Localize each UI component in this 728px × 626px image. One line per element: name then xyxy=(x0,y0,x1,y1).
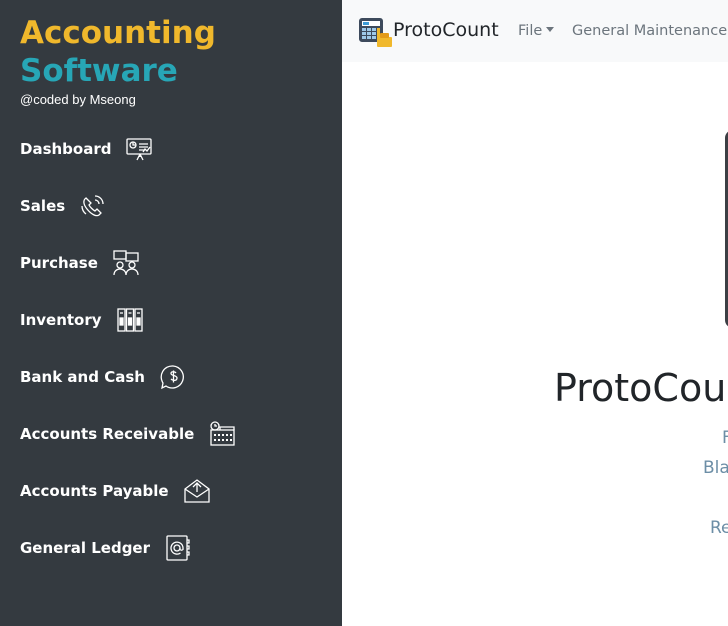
brand-title-accounting: Accounting xyxy=(20,15,216,51)
inventory-boxes-icon xyxy=(116,306,144,334)
top-navbar: ProtoCount File General Maintenance xyxy=(342,0,728,62)
brand-title-software: Software xyxy=(20,53,178,89)
sidebar-item-accounts-payable[interactable]: Accounts Payable xyxy=(20,476,211,506)
general-maintenance-menu-label: General Maintenance xyxy=(572,23,728,39)
file-menu-label: File xyxy=(518,23,543,39)
sidebar-item-label: Inventory xyxy=(20,311,102,329)
sidebar-item-label: General Ledger xyxy=(20,539,150,557)
sidebar-item-purchase[interactable]: Purchase xyxy=(20,248,140,278)
general-maintenance-menu[interactable]: General Maintenance xyxy=(572,23,728,39)
dollar-chat-icon xyxy=(159,363,187,391)
app-brand-name[interactable]: ProtoCount xyxy=(393,19,499,41)
sidebar-item-label: Purchase xyxy=(20,254,98,272)
sidebar-item-label: Bank and Cash xyxy=(20,368,145,386)
sidebar-item-label: Sales xyxy=(20,197,66,215)
sidebar: Accounting Software @coded by Mseong Das… xyxy=(0,0,342,626)
calculator-logo-icon[interactable] xyxy=(358,17,393,48)
file-menu[interactable]: File xyxy=(518,23,555,39)
phone-icon xyxy=(79,192,107,220)
sidebar-item-bank-and-cash[interactable]: Bank and Cash xyxy=(20,362,187,392)
sidebar-item-sales[interactable]: Sales xyxy=(20,191,107,221)
meeting-people-icon xyxy=(112,249,140,277)
main-content: ProtoCou F Bla Re xyxy=(342,62,728,626)
sidebar-item-label: Dashboard xyxy=(20,140,112,158)
sidebar-item-accounts-receivable[interactable]: Accounts Receivable xyxy=(20,419,236,449)
caret-down-icon xyxy=(546,27,555,32)
dashboard-presentation-icon xyxy=(125,135,153,163)
sidebar-item-general-ledger[interactable]: General Ledger xyxy=(20,533,192,563)
envelope-upload-icon xyxy=(183,477,211,505)
hero-text-line: F xyxy=(722,428,728,448)
calendar-clock-icon xyxy=(208,420,236,448)
address-book-icon xyxy=(164,534,192,562)
hero-link-line[interactable]: Re xyxy=(710,518,728,538)
sidebar-item-label: Accounts Payable xyxy=(20,482,169,500)
sidebar-item-label: Accounts Receivable xyxy=(20,425,195,443)
sidebar-item-inventory[interactable]: Inventory xyxy=(20,305,144,335)
hero-title: ProtoCou xyxy=(554,366,727,410)
hero-text-line: Bla xyxy=(703,458,728,478)
sidebar-item-dashboard[interactable]: Dashboard xyxy=(20,134,153,164)
brand-credit: @coded by Mseong xyxy=(20,92,136,107)
